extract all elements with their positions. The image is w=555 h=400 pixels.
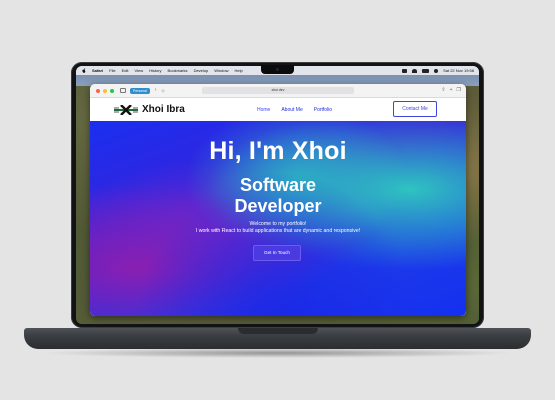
menu-clock[interactable]: Sat 22 Nov 19:58 — [443, 68, 474, 73]
camera-icon — [276, 68, 279, 71]
menu-status-area: Sat 22 Nov 19:58 — [402, 68, 474, 73]
get-in-touch-button[interactable]: Get In Touch — [253, 245, 301, 261]
search-icon[interactable] — [434, 68, 439, 73]
close-window-button[interactable] — [96, 88, 100, 93]
menu-view[interactable]: View — [134, 68, 143, 73]
hero-text-line2: I work with React to build applications … — [195, 228, 361, 234]
apple-logo-icon[interactable] — [82, 68, 86, 73]
menu-develop[interactable]: Develop — [194, 68, 209, 73]
minimize-window-button[interactable] — [103, 88, 107, 93]
contact-me-button[interactable]: Contact Me — [393, 101, 437, 117]
hero-text-line1: Welcome to my portfolio! — [249, 221, 307, 227]
share-icon[interactable]: ⇧ — [441, 87, 445, 94]
nav-about-link[interactable]: About Me — [281, 107, 302, 113]
menu-file[interactable]: File — [109, 68, 115, 73]
brand-name[interactable]: Xhoi Ibra — [142, 104, 185, 115]
hero-subtitle-line2: Developer — [234, 196, 322, 216]
menu-edit[interactable]: Edit — [122, 68, 129, 73]
laptop-opening-notch — [238, 328, 318, 334]
web-page: Xhoi Ibra Home About Me Portfolio Contac… — [90, 98, 466, 316]
zoom-window-button[interactable] — [110, 88, 114, 93]
shield-icon[interactable]: ◇ — [162, 88, 165, 93]
control-icon[interactable] — [402, 68, 408, 73]
nav-home-link[interactable]: Home — [257, 107, 270, 113]
menu-bookmarks[interactable]: Bookmarks — [168, 68, 188, 73]
hero-section: Hi, I'm Xhoi Software Developer Welcome … — [90, 121, 466, 316]
hero-subtitle: Software Developer — [90, 175, 466, 217]
nav-portfolio-link[interactable]: Portfolio — [314, 107, 332, 113]
laptop-screen: Safari File Edit View History Bookmarks … — [76, 66, 479, 324]
site-navbar: Xhoi Ibra Home About Me Portfolio Contac… — [90, 98, 466, 121]
hero-title: Hi, I'm Xhoi — [209, 137, 347, 165]
hero-subtitle-line1: Software — [239, 175, 317, 195]
tabs-icon[interactable]: ❐ — [457, 87, 461, 94]
sidebar-toggle-icon[interactable] — [120, 88, 126, 93]
safari-window: Personal ‹ ◇ xhoi.dev ⇧ + ❐ Xhoi Ibra Ho… — [90, 84, 466, 316]
menu-app-name[interactable]: Safari — [92, 68, 103, 73]
profile-button[interactable]: Personal — [130, 87, 150, 94]
url-text: xhoi.dev — [271, 88, 285, 92]
menu-history[interactable]: History — [149, 68, 161, 73]
camera-notch — [261, 65, 294, 74]
address-bar[interactable]: xhoi.dev — [202, 87, 354, 94]
menu-window[interactable]: Window — [214, 68, 228, 73]
nav-links: Home About Me Portfolio — [257, 98, 332, 121]
battery-icon[interactable] — [422, 68, 430, 73]
browser-toolbar: Personal ‹ ◇ xhoi.dev ⇧ + ❐ — [90, 84, 466, 98]
toolbar-right: ⇧ + ❐ — [441, 87, 461, 94]
site-logo[interactable] — [114, 104, 138, 115]
wifi-icon[interactable] — [412, 68, 418, 73]
hero-description: Welcome to my portfolio! I work with Rea… — [90, 221, 466, 235]
new-tab-icon[interactable]: + — [450, 87, 453, 94]
back-icon[interactable]: ‹ — [155, 88, 157, 93]
laptop-shadow — [40, 348, 515, 358]
menu-help[interactable]: Help — [234, 68, 242, 73]
